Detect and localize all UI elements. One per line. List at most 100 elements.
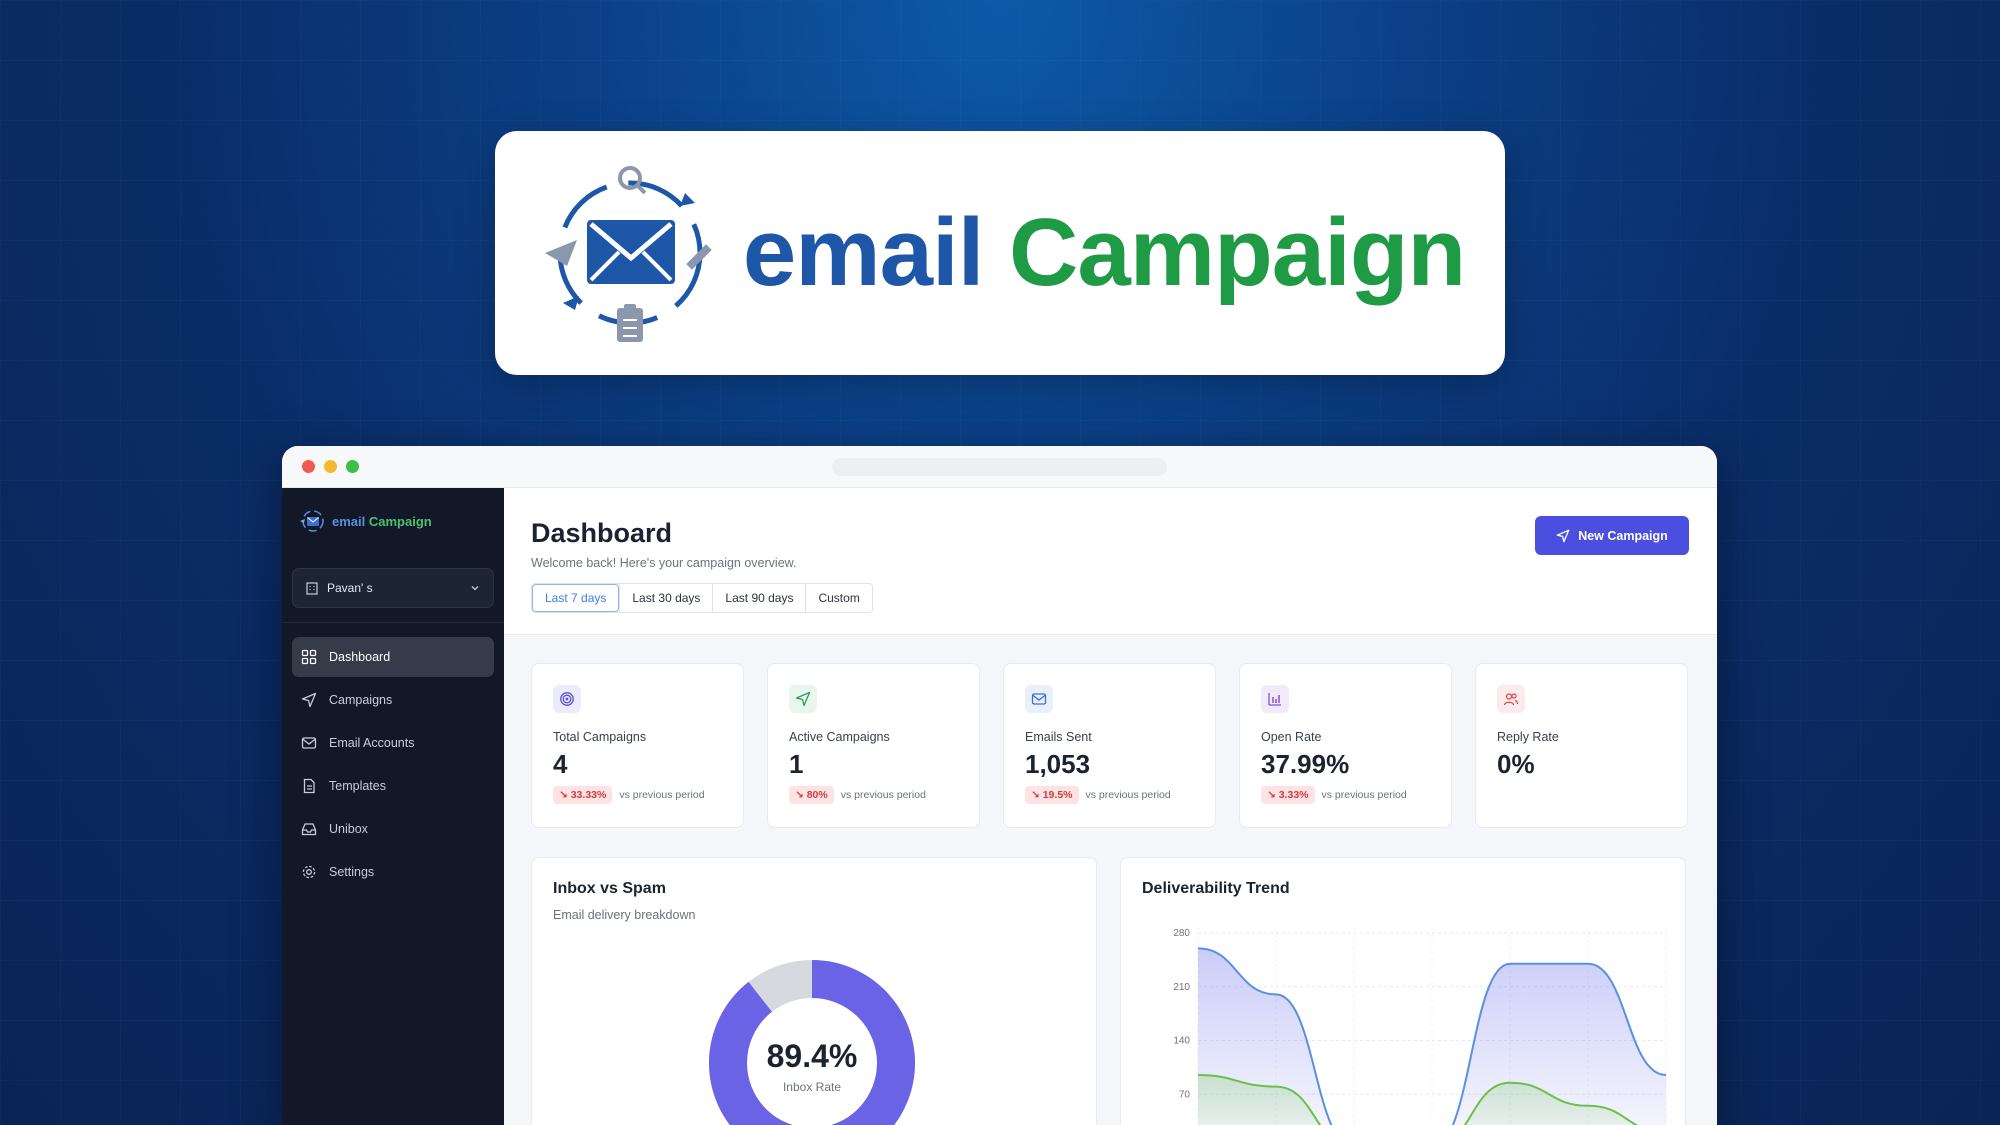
sidebar-item-email-accounts[interactable]: Email Accounts bbox=[292, 723, 494, 763]
stat-icon-badge bbox=[1497, 685, 1525, 713]
users-icon bbox=[1503, 693, 1519, 706]
delta-note: vs previous period bbox=[1321, 789, 1407, 801]
stat-delta: ↘ 3.33% vs previous period bbox=[1261, 786, 1430, 804]
stat-card-total-campaigns: Total Campaigns 4 ↘ 33.33% vs previous p… bbox=[531, 663, 744, 828]
stat-delta: ↘ 80% vs previous period bbox=[789, 786, 958, 804]
sidebar: email Campaign Pavan' s Dashboard Campai… bbox=[282, 488, 504, 1125]
delta-value: 19.5% bbox=[1042, 789, 1073, 801]
page-header: Dashboard Welcome back! Here's your camp… bbox=[504, 488, 1717, 635]
logo-mark-icon bbox=[544, 166, 712, 342]
brand-word-email: email bbox=[742, 199, 984, 306]
mail-icon bbox=[1031, 693, 1047, 705]
address-bar[interactable] bbox=[832, 458, 1167, 476]
delta-value: 33.33% bbox=[570, 789, 607, 801]
stat-icon-badge bbox=[789, 685, 817, 713]
stat-label: Total Campaigns bbox=[553, 730, 647, 744]
inbox-vs-spam-panel: Inbox vs Spam Email delivery breakdown 8… bbox=[531, 857, 1097, 1125]
trend-down-badge: ↘ 80% bbox=[789, 786, 834, 804]
y-tick-label: 70 bbox=[1179, 1089, 1191, 1100]
chevron-down-icon bbox=[471, 586, 479, 591]
sidebar-item-label: Unibox bbox=[329, 822, 368, 836]
delta-note: vs previous period bbox=[1085, 789, 1171, 801]
trend-down-badge: ↘ 19.5% bbox=[1025, 786, 1079, 804]
window-titlebar bbox=[282, 446, 1717, 488]
panel-subtitle: Email delivery breakdown bbox=[553, 908, 696, 922]
sidebar-item-unibox[interactable]: Unibox bbox=[292, 809, 494, 849]
organization-name: Pavan' s bbox=[327, 581, 373, 595]
new-campaign-button[interactable]: New Campaign bbox=[1535, 516, 1689, 555]
sidebar-logo-word-email: email bbox=[332, 513, 366, 529]
y-tick-label: 140 bbox=[1173, 1036, 1190, 1047]
stat-cards: Total Campaigns 4 ↘ 33.33% vs previous p… bbox=[531, 663, 1688, 828]
tab-custom[interactable]: Custom bbox=[805, 584, 872, 612]
stat-card-emails-sent: Emails Sent 1,053 ↘ 19.5% vs previous pe… bbox=[1003, 663, 1216, 828]
send-icon bbox=[1556, 529, 1570, 542]
trend-down-badge: ↘ 33.33% bbox=[553, 786, 613, 804]
stat-icon-badge bbox=[1261, 685, 1289, 713]
inbox-icon bbox=[301, 823, 317, 836]
delta-note: vs previous period bbox=[840, 789, 926, 801]
mail-icon bbox=[301, 737, 317, 749]
sidebar-item-label: Campaigns bbox=[329, 693, 393, 707]
page-subtitle: Welcome back! Here's your campaign overv… bbox=[531, 556, 797, 570]
trend-down-badge: ↘ 3.33% bbox=[1261, 786, 1315, 804]
date-range-tabs: Last 7 days Last 30 days Last 90 days Cu… bbox=[531, 583, 873, 613]
stat-value: 1,053 bbox=[1025, 749, 1091, 779]
stat-label: Active Campaigns bbox=[789, 730, 890, 744]
sidebar-item-label: Email Accounts bbox=[329, 736, 415, 750]
gear-icon bbox=[302, 865, 316, 879]
minimize-window-button[interactable] bbox=[324, 460, 337, 473]
grid-icon bbox=[301, 649, 317, 665]
stat-value: 0% bbox=[1497, 749, 1535, 779]
brand-word-campaign: Campaign bbox=[1009, 199, 1466, 306]
stat-delta: ↘ 19.5% vs previous period bbox=[1025, 786, 1194, 804]
inbox-rate-value: 89.4% bbox=[766, 1038, 858, 1074]
tab-last-30-days[interactable]: Last 30 days bbox=[619, 584, 713, 612]
stat-label: Emails Sent bbox=[1025, 730, 1092, 744]
stat-icon-badge bbox=[553, 685, 581, 713]
brand-logo-card: email Campaign bbox=[495, 131, 1505, 375]
send-icon bbox=[795, 691, 811, 707]
sidebar-item-label: Dashboard bbox=[329, 650, 391, 664]
sidebar-item-dashboard[interactable]: Dashboard bbox=[292, 637, 494, 677]
send-icon bbox=[301, 692, 317, 708]
stat-value: 1 bbox=[789, 749, 804, 779]
y-tick-label: 280 bbox=[1173, 928, 1190, 939]
stat-card-open-rate: Open Rate 37.99% ↘ 3.33% vs previous per… bbox=[1239, 663, 1452, 828]
sidebar-item-campaigns[interactable]: Campaigns bbox=[292, 680, 494, 720]
sidebar-item-label: Templates bbox=[329, 779, 386, 793]
file-icon bbox=[303, 778, 315, 794]
target-icon bbox=[560, 692, 574, 706]
organization-select[interactable]: Pavan' s bbox=[292, 568, 494, 608]
building-icon bbox=[306, 582, 318, 595]
sidebar-item-settings[interactable]: Settings bbox=[292, 852, 494, 892]
logo-mark-icon bbox=[300, 510, 324, 532]
delta-value: 80% bbox=[806, 789, 828, 801]
page-title: Dashboard bbox=[531, 518, 673, 548]
sidebar-logo[interactable]: email Campaign bbox=[282, 488, 504, 554]
delta-value: 3.33% bbox=[1278, 789, 1309, 801]
panel-title: Inbox vs Spam bbox=[553, 880, 666, 897]
sidebar-divider bbox=[282, 622, 504, 623]
bar-chart-icon bbox=[1268, 693, 1281, 706]
inbox-rate-label: Inbox Rate bbox=[782, 1080, 842, 1094]
main-content: Dashboard Welcome back! Here's your camp… bbox=[504, 488, 1717, 1125]
stat-value: 37.99% bbox=[1261, 749, 1350, 779]
new-campaign-label: New Campaign bbox=[1578, 528, 1668, 543]
stat-label: Reply Rate bbox=[1497, 730, 1559, 744]
close-window-button[interactable] bbox=[302, 460, 315, 473]
tab-last-7-days[interactable]: Last 7 days bbox=[532, 584, 620, 612]
maximize-window-button[interactable] bbox=[346, 460, 359, 473]
y-tick-label: 210 bbox=[1173, 982, 1190, 993]
tab-last-90-days[interactable]: Last 90 days bbox=[712, 584, 806, 612]
stat-card-active-campaigns: Active Campaigns 1 ↘ 80% vs previous per… bbox=[767, 663, 980, 828]
sidebar-item-templates[interactable]: Templates bbox=[292, 766, 494, 806]
sidebar-nav: Dashboard Campaigns Email Accounts Templ… bbox=[282, 637, 504, 892]
delta-note: vs previous period bbox=[619, 789, 705, 801]
sidebar-logo-word-campaign: Campaign bbox=[368, 513, 432, 529]
deliverability-trend-chart[interactable]: 280 210 140 70 bbox=[1121, 858, 1687, 1125]
stat-label: Open Rate bbox=[1261, 730, 1322, 744]
stat-icon-badge bbox=[1025, 685, 1053, 713]
stat-delta: ↘ 33.33% vs previous period bbox=[553, 786, 722, 804]
sidebar-logo-text: email Campaign bbox=[332, 514, 432, 529]
